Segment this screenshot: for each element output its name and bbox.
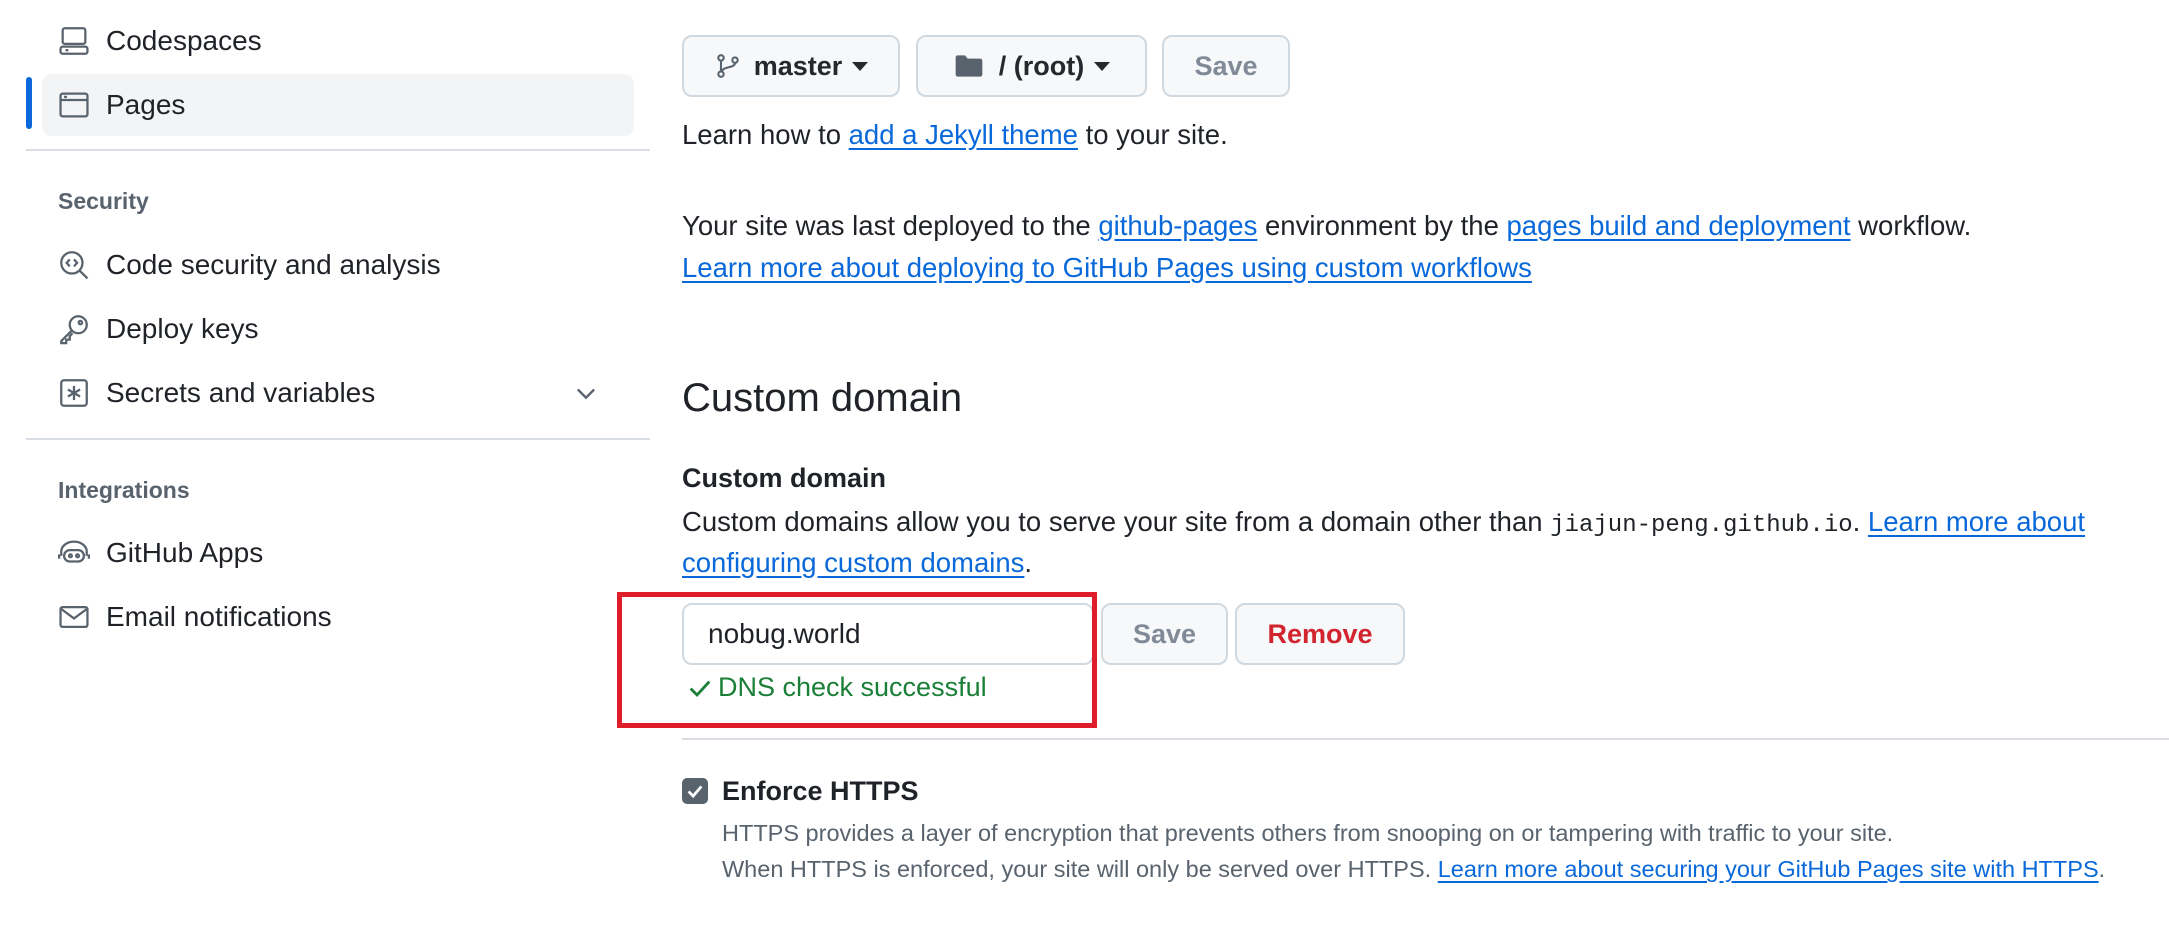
- custom-domain-description-2: configuring custom domains.: [682, 547, 1033, 578]
- folder-icon: [955, 55, 983, 77]
- jekyll-theme-link[interactable]: add a Jekyll theme: [849, 119, 1078, 150]
- codescan-icon: [56, 247, 92, 283]
- settings-sidebar: Codespaces Pages Security Code security …: [0, 0, 652, 943]
- sidebar-item-label: GitHub Apps: [106, 537, 264, 568]
- sidebar-item-codespaces[interactable]: Codespaces: [42, 10, 634, 72]
- enforce-https-label[interactable]: Enforce HTTPS: [722, 776, 919, 807]
- folder-label: / (root): [998, 50, 1085, 81]
- codespaces-icon: [56, 23, 92, 59]
- deploy-learn-more: Learn more about deploying to GitHub Pag…: [682, 252, 1532, 284]
- source-save-button[interactable]: Save: [1162, 35, 1290, 97]
- custom-domains-link-2[interactable]: configuring custom domains: [682, 547, 1024, 578]
- key-icon: [56, 311, 92, 347]
- highlight-box: [617, 592, 1097, 728]
- https-description-2: When HTTPS is enforced, your site will o…: [722, 856, 2106, 882]
- sidebar-item-github-apps[interactable]: GitHub Apps: [42, 522, 634, 584]
- caret-down-icon: [1094, 61, 1111, 71]
- securing-https-link[interactable]: Learn more about securing your GitHub Pa…: [1438, 856, 2099, 882]
- sidebar-heading-integrations: Integrations: [58, 477, 190, 503]
- sidebar-heading-security: Security: [58, 188, 149, 214]
- section-divider: [682, 738, 2169, 740]
- sidebar-item-label: Code security and analysis: [106, 249, 441, 280]
- key-asterisk-icon: [56, 375, 92, 411]
- https-description: HTTPS provides a layer of encryption tha…: [722, 820, 1894, 846]
- deploy-status-text: Your site was last deployed to the githu…: [682, 210, 1972, 241]
- caret-down-icon: [852, 61, 869, 71]
- domain-remove-button[interactable]: Remove: [1235, 603, 1405, 665]
- chevron-down-icon[interactable]: [572, 379, 600, 407]
- mail-icon: [56, 599, 92, 635]
- browser-icon: [56, 87, 92, 123]
- sidebar-item-label: Secrets and variables: [106, 377, 376, 408]
- folder-select-button[interactable]: / (root): [916, 35, 1147, 97]
- sidebar-divider: [26, 438, 650, 440]
- sidebar-item-label: Codespaces: [106, 25, 262, 56]
- sidebar-item-label: Email notifications: [106, 601, 332, 632]
- hubot-icon: [56, 535, 92, 571]
- custom-domain-heading: Custom domain: [682, 376, 963, 420]
- enforce-https-checkbox[interactable]: [682, 778, 708, 804]
- jekyll-help-text: Learn how to add a Jekyll theme to your …: [682, 119, 1228, 150]
- sidebar-item-email-notifications[interactable]: Email notifications: [42, 586, 634, 648]
- custom-domains-link[interactable]: Learn more about: [1868, 506, 2085, 537]
- custom-domain-label: Custom domain: [682, 463, 887, 493]
- branch-select-button[interactable]: master: [682, 35, 900, 97]
- checkmark-icon: [687, 785, 703, 799]
- git-branch-icon: [716, 54, 739, 78]
- sidebar-item-pages[interactable]: Pages: [42, 74, 634, 136]
- custom-workflows-link[interactable]: Learn more about deploying to GitHub Pag…: [682, 252, 1532, 283]
- sidebar-item-secrets[interactable]: Secrets and variables: [42, 362, 634, 424]
- custom-domain-description: Custom domains allow you to serve your s…: [682, 506, 2086, 539]
- sidebar-item-code-security[interactable]: Code security and analysis: [42, 234, 634, 296]
- sidebar-item-deploy-keys[interactable]: Deploy keys: [42, 298, 634, 360]
- workflow-link[interactable]: pages build and deployment: [1507, 210, 1851, 241]
- default-domain-code: jiajun-peng.github.io: [1550, 512, 1853, 539]
- github-pages-env-link[interactable]: github-pages: [1098, 210, 1257, 241]
- domain-save-button[interactable]: Save: [1101, 603, 1228, 665]
- sidebar-divider: [26, 149, 650, 151]
- branch-label: master: [753, 50, 843, 81]
- sidebar-item-label: Deploy keys: [106, 313, 259, 344]
- active-indicator: [26, 77, 32, 129]
- sidebar-item-label: Pages: [106, 89, 186, 120]
